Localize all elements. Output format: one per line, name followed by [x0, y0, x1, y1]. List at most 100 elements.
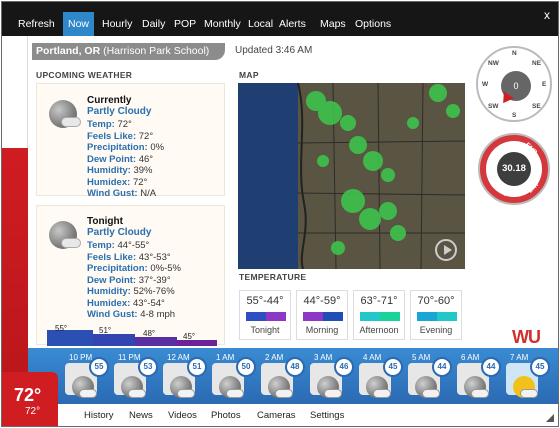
- tab-hourly[interactable]: Hourly: [97, 12, 137, 36]
- current-temp-badge: 72° 72°: [2, 372, 58, 426]
- app-window: Refresh Now Hourly Daily POP Monthly Loc…: [1, 1, 559, 427]
- currently-details: Temp: 72° Feels Like: 72° Precipitation:…: [87, 119, 164, 200]
- hourly-item[interactable]: 10 PM 55: [61, 353, 109, 401]
- cloud-icon: [373, 389, 391, 398]
- kv-value: 0%-5%: [150, 263, 181, 274]
- kv-value: N/A: [140, 188, 157, 199]
- tab-local[interactable]: Local: [243, 12, 278, 36]
- temp-range: 70°-60°: [417, 295, 455, 307]
- tab-refresh[interactable]: Refresh: [13, 12, 60, 36]
- tab-pop[interactable]: POP: [169, 12, 201, 36]
- cloud-icon: [422, 389, 440, 398]
- temp-swatch: [417, 312, 457, 321]
- temp-bar-label: 55°: [55, 324, 68, 333]
- tab-options[interactable]: Options: [350, 12, 396, 36]
- feels-like-temp: 72°: [25, 406, 41, 417]
- cloud-icon: [324, 389, 342, 398]
- kv-key: Humidex:: [87, 297, 131, 309]
- temp-bar: [135, 337, 177, 346]
- upcoming-weather-heading: UPCOMING WEATHER: [36, 70, 133, 80]
- temp-bar-label: 48°: [143, 329, 156, 338]
- hour-time: 6 AM: [461, 353, 480, 362]
- temp-period-morning: 44°-59° Morning: [296, 290, 348, 340]
- hourly-item[interactable]: 2 AM 48: [257, 353, 305, 401]
- kv-key: Precipitation:: [87, 263, 148, 274]
- tab-daily[interactable]: Daily: [137, 12, 170, 36]
- cloud-icon: [275, 389, 293, 398]
- compass-dir: NW: [488, 60, 499, 67]
- temp-period-label: Tonight: [250, 325, 280, 335]
- link-photos[interactable]: Photos: [211, 410, 241, 421]
- hourly-item[interactable]: 6 AM 44: [453, 353, 501, 401]
- link-history[interactable]: History: [84, 410, 114, 421]
- kv-value: 37°-39°: [138, 274, 171, 286]
- currently-card: Currently Partly Cloudy Temp: 72° Feels …: [36, 83, 225, 199]
- hourly-item[interactable]: 4 AM 45: [355, 353, 403, 401]
- kv-value: 0%: [150, 142, 165, 153]
- hourly-item[interactable]: 1 AM 50: [208, 353, 256, 401]
- link-news[interactable]: News: [129, 410, 153, 421]
- hour-time: 7 AM: [510, 353, 529, 362]
- radar-map[interactable]: [238, 83, 465, 269]
- hour-time: 4 AM: [363, 353, 382, 362]
- kv-value: 46°: [138, 153, 154, 165]
- resize-grip-icon[interactable]: [546, 414, 554, 422]
- pressure-value: 30.18: [497, 152, 531, 186]
- temp-range: 55°-44°: [246, 295, 284, 307]
- cloud-icon: [128, 389, 146, 398]
- cloud-icon: [471, 389, 489, 398]
- kv-key: Dew Point:: [87, 153, 137, 165]
- link-videos[interactable]: Videos: [168, 410, 197, 421]
- tab-now[interactable]: Now: [63, 12, 95, 36]
- kv-key: Wind Gust:: [87, 309, 138, 320]
- cloud-icon: [61, 238, 81, 248]
- hour-time: 5 AM: [412, 353, 431, 362]
- tonight-temp-bars: 55° 51° 48° 45°: [47, 324, 217, 346]
- currently-condition: Partly Cloudy: [87, 106, 152, 117]
- map-heading: MAP: [239, 70, 259, 80]
- barometer: RAIN FAIR STORM DRY 30.18: [478, 133, 550, 205]
- temp-bar: [93, 334, 135, 346]
- kv-key: Temp:: [87, 240, 115, 251]
- hour-time: 3 AM: [314, 353, 333, 362]
- temp-period-afternoon: 63°-71° Afternoon: [353, 290, 405, 340]
- kv-key: Precipitation:: [87, 142, 148, 153]
- kv-value: 39%: [133, 165, 153, 176]
- hourly-item[interactable]: 12 AM 51: [159, 353, 207, 401]
- hour-time: 2 AM: [265, 353, 284, 362]
- close-button[interactable]: x: [544, 8, 550, 22]
- kv-value: 72°: [117, 119, 132, 130]
- temp-period-label: Afternoon: [359, 325, 399, 335]
- hour-temp: 51: [187, 357, 207, 377]
- compass-dir: W: [482, 81, 489, 88]
- tab-alerts[interactable]: Alerts: [274, 12, 311, 36]
- kv-value: 44°-55°: [117, 240, 150, 251]
- hourly-item[interactable]: 7 AM 45: [502, 353, 550, 401]
- hourly-item[interactable]: 5 AM 44: [404, 353, 452, 401]
- cloud-icon: [520, 389, 538, 398]
- link-cameras[interactable]: Cameras: [257, 410, 296, 421]
- temp-bar: [47, 330, 93, 346]
- cloud-icon: [61, 117, 81, 127]
- kv-key: Dew Point:: [87, 274, 137, 286]
- temp-swatch: [303, 312, 343, 321]
- wu-logo-text: WU: [512, 327, 541, 347]
- hourly-strip: 10 PM 55 11 PM 53 12 AM 51 1 AM 50 2 AM …: [28, 348, 558, 404]
- hourly-item[interactable]: 11 PM 53: [110, 353, 158, 401]
- compass-dir: S: [512, 112, 517, 119]
- temp-swatch: [360, 312, 400, 321]
- kv-key: Humidity:: [87, 165, 131, 176]
- hour-temp: 45: [530, 357, 550, 377]
- top-nav: Refresh Now Hourly Daily POP Monthly Loc…: [2, 2, 558, 36]
- tab-monthly[interactable]: Monthly: [199, 12, 246, 36]
- temp-bar-label: 45°: [183, 332, 196, 341]
- tab-maps[interactable]: Maps: [315, 12, 351, 36]
- hour-time: 12 AM: [167, 353, 190, 362]
- hour-temp: 46: [334, 357, 354, 377]
- link-settings[interactable]: Settings: [310, 410, 344, 421]
- hourly-item[interactable]: 3 AM 46: [306, 353, 354, 401]
- main-content: Portland, OR (Harrison Park School) Upda…: [28, 36, 558, 348]
- location-header[interactable]: Portland, OR (Harrison Park School): [32, 43, 225, 60]
- map-overlay: [297, 83, 465, 269]
- play-icon[interactable]: [435, 239, 457, 261]
